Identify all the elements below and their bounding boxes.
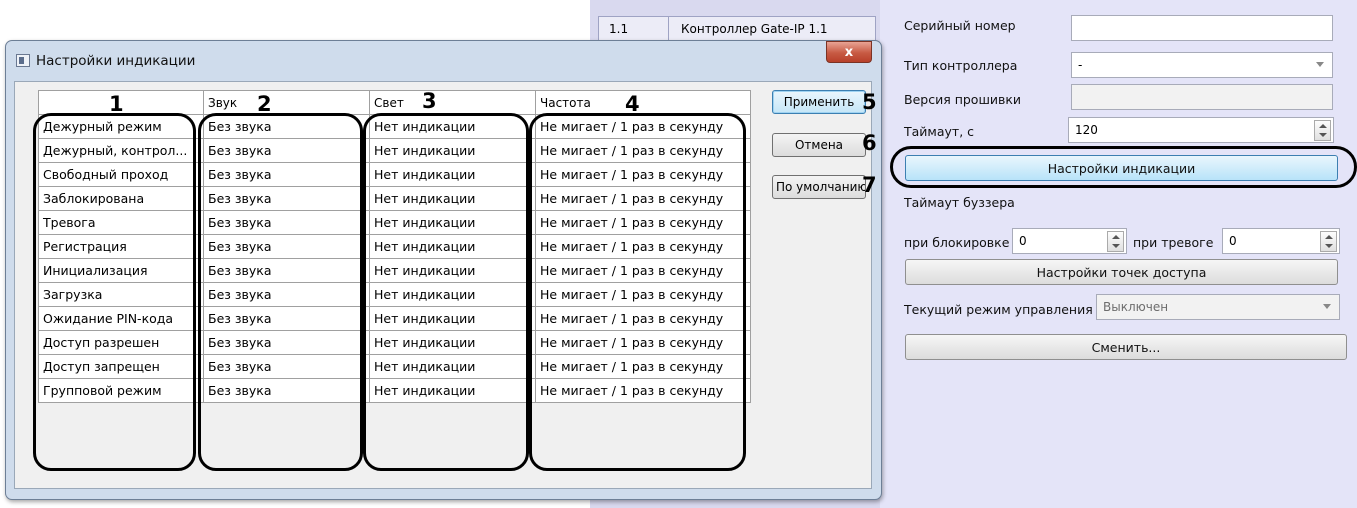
timeout-value: 120 (1075, 123, 1098, 137)
highlight-oval-column-3 (363, 113, 529, 471)
highlight-oval-column-2 (198, 113, 363, 471)
default-button[interactable]: По умолчанию (772, 175, 866, 199)
highlight-oval-column-4 (529, 113, 746, 471)
dialog-title: Настройки индикации (36, 53, 196, 69)
column-header: Частота (535, 90, 751, 115)
tree-item-name: Контроллер Gate-IP 1.1 (681, 22, 828, 36)
on-block-value: 0 (1019, 234, 1027, 248)
firmware-label: Версия прошивки (904, 92, 1022, 107)
spin-arrows-icon[interactable] (1314, 120, 1331, 141)
window-icon (16, 54, 30, 67)
buzzer-timeout-label: Таймаут буззера (904, 195, 1015, 210)
callout-4: 4 (625, 92, 640, 116)
apply-button[interactable]: Применить (772, 90, 866, 114)
access-points-settings-button[interactable]: Настройки точек доступа (905, 259, 1338, 285)
control-mode-select[interactable]: Выключен (1096, 294, 1340, 320)
spin-arrows-icon[interactable] (1107, 231, 1124, 252)
column-header: Свет (369, 90, 536, 115)
controller-type-select[interactable]: - (1071, 52, 1333, 78)
on-block-spinbox[interactable]: 0 (1012, 228, 1127, 254)
control-mode-value: Выключен (1103, 300, 1169, 314)
tree-item-id: 1.1 (599, 17, 669, 41)
control-mode-label: Текущий режим управления (904, 302, 1093, 317)
callout-5: 5 (862, 90, 877, 114)
on-alarm-label: при тревоге (1133, 235, 1214, 250)
on-alarm-value: 0 (1229, 234, 1237, 248)
close-button[interactable]: x (826, 41, 872, 63)
highlight-oval-column-1 (33, 113, 196, 471)
table-header-row: Звук Свет Частота (38, 90, 751, 115)
callout-1: 1 (109, 92, 124, 116)
highlight-oval-indication (890, 146, 1357, 188)
timeout-label: Таймаут, с (904, 124, 975, 139)
serial-field[interactable] (1071, 15, 1333, 41)
firmware-field (1071, 84, 1333, 110)
controller-type-label: Тип контроллера (904, 58, 1018, 73)
spin-arrows-icon[interactable] (1320, 231, 1337, 252)
change-mode-button[interactable]: Сменить... (905, 334, 1347, 360)
serial-label: Серийный номер (904, 18, 1016, 33)
callout-2: 2 (257, 92, 272, 116)
on-alarm-spinbox[interactable]: 0 (1222, 228, 1340, 254)
cancel-button[interactable]: Отмена (772, 133, 866, 157)
chevron-down-icon (1323, 304, 1331, 309)
timeout-spinbox[interactable]: 120 (1068, 117, 1334, 143)
on-block-label: при блокировке (904, 235, 1010, 250)
column-header: Звук (203, 90, 370, 115)
callout-6: 6 (862, 131, 877, 155)
tree-item-controller[interactable]: 1.1 Контроллер Gate-IP 1.1 (598, 16, 876, 42)
callout-3: 3 (422, 89, 437, 113)
controller-type-value: - (1078, 58, 1083, 72)
callout-7: 7 (862, 173, 877, 197)
chevron-down-icon (1316, 62, 1324, 67)
